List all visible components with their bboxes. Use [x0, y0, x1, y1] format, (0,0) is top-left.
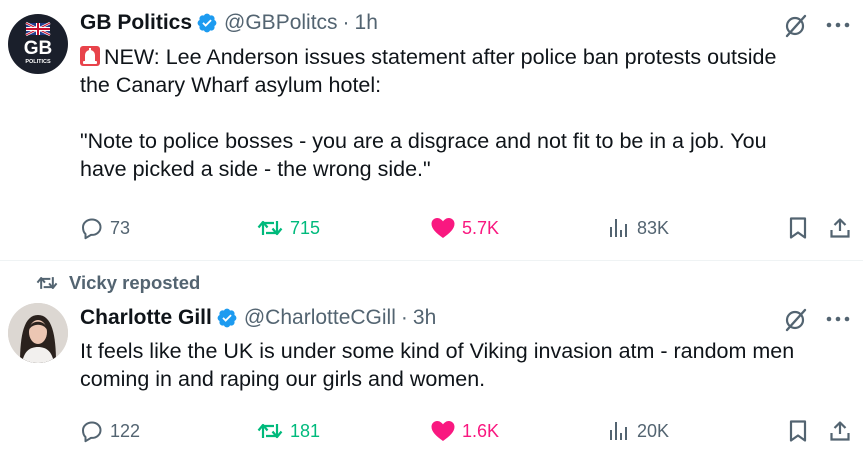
avatar-logo-text: GB: [24, 38, 53, 59]
reposted-by-text[interactable]: Vicky reposted: [69, 272, 200, 294]
view-count: 83K: [637, 217, 670, 238]
like-count: 5.7K: [462, 217, 500, 238]
bookmark-icon: [789, 217, 807, 239]
more-options-icon[interactable]: [823, 306, 853, 332]
separator-dot: ·: [400, 306, 408, 329]
display-name[interactable]: Charlotte Gill: [80, 306, 212, 330]
handle[interactable]: @GBPolitcs: [224, 11, 338, 35]
display-name[interactable]: GB Politics: [80, 11, 192, 35]
repost-button[interactable]: 715: [256, 213, 320, 243]
repost-icon: [257, 220, 283, 236]
views-chart-icon: [610, 422, 627, 440]
tweet-top-actions: [781, 306, 853, 332]
bookmark-button[interactable]: [787, 213, 815, 243]
grok-icon[interactable]: [781, 306, 811, 332]
like-count: 1.6K: [462, 420, 500, 441]
police-siren-icon: [80, 46, 100, 66]
like-button[interactable]: 5.7K: [430, 213, 499, 243]
verified-badge-icon[interactable]: [216, 307, 238, 329]
reply-count: 122: [110, 420, 141, 441]
tweet-text-line: the Canary Wharf asylum hotel:: [80, 73, 382, 97]
reply-button[interactable]: 73: [80, 213, 130, 243]
tweet-text-line: coming in and raping our girls and women…: [80, 367, 486, 391]
timeline: GB POLITICS GB Politics @GBPolitcs · 1h …: [0, 0, 863, 451]
heart-filled-icon: [431, 421, 455, 441]
more-options-icon[interactable]: [823, 12, 853, 38]
timestamp[interactable]: 3h: [413, 306, 436, 330]
share-button[interactable]: [828, 213, 858, 243]
avatar[interactable]: GB POLITICS: [8, 14, 68, 74]
bookmark-icon: [789, 420, 807, 442]
union-jack-icon: [25, 21, 51, 37]
tweet-actions: 73 715 5.7K 83K: [80, 213, 855, 243]
tweet-text: It feels like the UK is under some kind …: [80, 337, 850, 393]
reply-icon: [82, 218, 102, 240]
tweet-top-actions: [781, 12, 853, 38]
separator-dot: ·: [342, 11, 350, 34]
like-button[interactable]: 1.6K: [430, 416, 499, 446]
tweet-actions: 122 181 1.6K 20K: [80, 416, 855, 446]
social-context: Vicky reposted: [35, 271, 200, 295]
heart-filled-icon: [431, 218, 455, 238]
tweet-text-line: "Note to police bosses - you are a disgr…: [80, 129, 767, 153]
views-button[interactable]: 20K: [607, 416, 669, 446]
views-chart-icon: [610, 219, 627, 237]
verified-badge-icon[interactable]: [196, 12, 218, 34]
repost-count: 181: [290, 420, 321, 441]
repost-icon: [36, 277, 58, 289]
repost-icon: [257, 423, 283, 439]
reply-button[interactable]: 122: [80, 416, 140, 446]
repost-count: 715: [290, 217, 321, 238]
share-button[interactable]: [828, 416, 858, 446]
timestamp[interactable]: 1h: [355, 11, 378, 35]
avatar-logo-subtext: POLITICS: [25, 59, 51, 65]
avatar[interactable]: [8, 303, 68, 363]
bookmark-button[interactable]: [787, 416, 815, 446]
tweet-header: GB Politics @GBPolitcs · 1h: [80, 8, 378, 38]
grok-icon[interactable]: [781, 12, 811, 38]
tweet-gb-politics[interactable]: GB POLITICS GB Politics @GBPolitcs · 1h …: [0, 0, 863, 260]
tweet-divider: [0, 260, 863, 261]
views-button[interactable]: 83K: [607, 213, 669, 243]
tweet-charlotte-gill[interactable]: Vicky reposted Charlotte Gill @Charlotte…: [0, 262, 863, 451]
reply-icon: [82, 421, 102, 443]
tweet-header: Charlotte Gill @CharlotteCGill · 3h: [80, 303, 436, 333]
repost-button[interactable]: 181: [256, 416, 320, 446]
tweet-text-line: have picked a side - the wrong side.": [80, 157, 431, 181]
share-icon: [830, 218, 850, 238]
view-count: 20K: [637, 420, 670, 441]
handle[interactable]: @CharlotteCGill: [244, 306, 396, 330]
tweet-text: NEW: Lee Anderson issues statement after…: [80, 43, 850, 183]
tweet-text-line: It feels like the UK is under some kind …: [80, 339, 795, 363]
share-icon: [830, 421, 850, 441]
tweet-text-line: NEW: Lee Anderson issues statement after…: [80, 43, 850, 71]
reply-count: 73: [110, 217, 131, 238]
